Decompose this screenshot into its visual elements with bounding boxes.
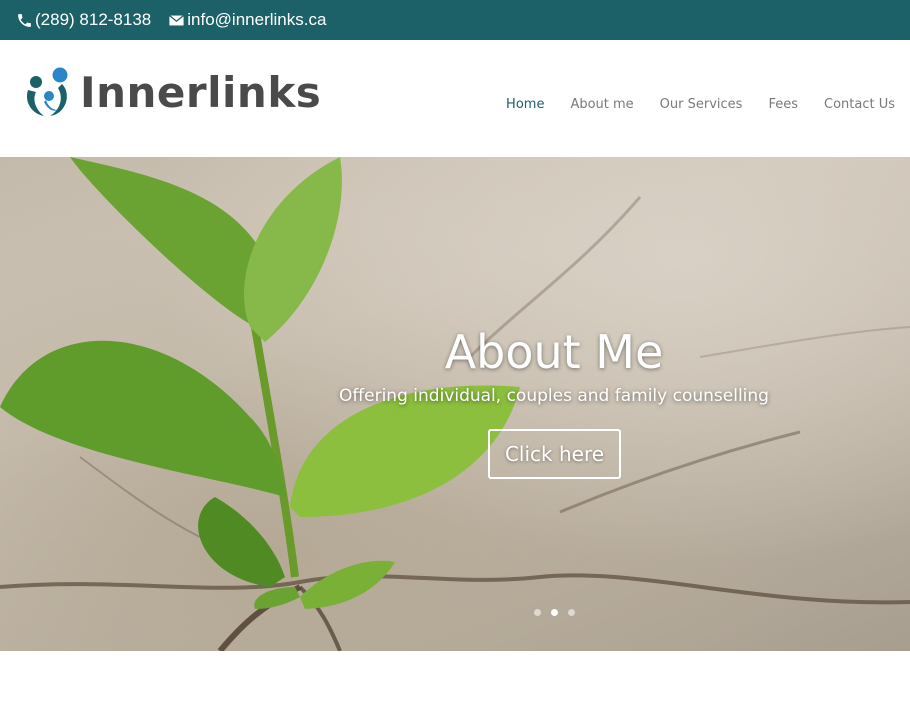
logo-mark-icon <box>26 67 68 116</box>
phone-number: (289) 812-8138 <box>35 10 152 29</box>
click-here-button[interactable]: Click here <box>488 429 621 479</box>
nav-contact-us[interactable]: Contact Us <box>824 97 895 112</box>
email-address: info@innerlinks.ca <box>187 10 327 29</box>
hero-subtitle: Offering individual, couples and family … <box>339 386 769 406</box>
slider-dots <box>534 609 585 616</box>
page-content-area <box>0 651 910 722</box>
slider-dot-3[interactable] <box>568 609 575 616</box>
envelope-icon <box>169 14 185 25</box>
site-header: Innerlinks Home About me Our Services Fe… <box>0 40 910 157</box>
slider-dot-2[interactable] <box>551 609 558 616</box>
contact-bar: (289) 812-8138 info@innerlinks.ca <box>0 0 910 40</box>
email-link[interactable]: info@innerlinks.ca <box>168 10 326 30</box>
phone-icon <box>18 13 31 27</box>
hero-title: About Me <box>444 325 664 379</box>
nav-about-me[interactable]: About me <box>570 97 633 112</box>
nav-home[interactable]: Home <box>506 97 544 112</box>
logo[interactable]: Innerlinks <box>22 66 321 118</box>
nav-fees[interactable]: Fees <box>768 97 798 112</box>
logo-text: Innerlinks <box>80 67 322 117</box>
slider-dot-1[interactable] <box>534 609 541 616</box>
nav-our-services[interactable]: Our Services <box>660 97 743 112</box>
phone-link[interactable]: (289) 812-8138 <box>16 10 151 30</box>
main-nav: Home About me Our Services Fees Contact … <box>480 97 895 112</box>
hero-slider: About Me Offering individual, couples an… <box>0 157 910 651</box>
